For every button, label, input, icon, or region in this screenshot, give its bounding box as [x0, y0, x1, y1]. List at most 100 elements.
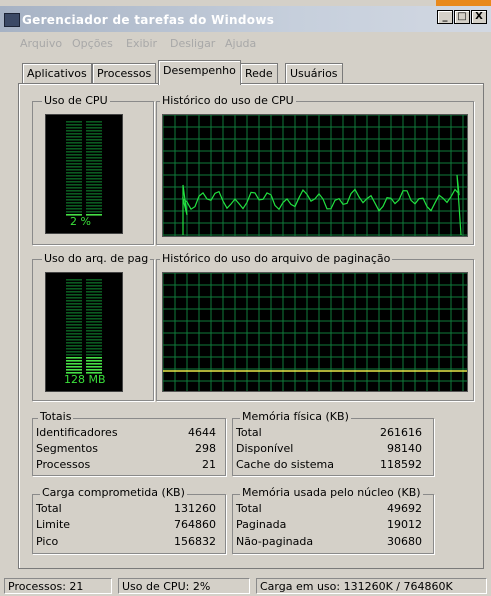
pagefile-meter-segment: [66, 369, 82, 371]
cpu-meter-segment: [66, 136, 82, 138]
cpu-meter-segment: [66, 163, 82, 165]
kernel-total-label: Total: [236, 502, 262, 515]
pagefile-meter-segment: [86, 282, 102, 284]
cpu-meter-segment: [86, 121, 102, 123]
tab-rede[interactable]: Rede: [240, 63, 278, 84]
totals-threads-value: 298: [195, 442, 216, 455]
totals-threads-label: Segmentos: [36, 442, 98, 455]
cpu-meter-segment: [66, 196, 82, 198]
kernel-paged-label: Paginada: [236, 518, 287, 531]
pagefile-meter-segment: [86, 351, 102, 353]
pagefile-meter-segment: [86, 315, 102, 317]
cpu-meter-segment: [86, 181, 102, 183]
pagefile-meter-segment: [86, 348, 102, 350]
pagefile-meter-segment: [66, 336, 82, 338]
cpu-meter-segment: [66, 154, 82, 156]
minimize-button[interactable]: _: [437, 10, 453, 24]
pagefile-history-plot: [163, 273, 467, 391]
pagefile-meter-segment: [86, 321, 102, 323]
task-manager-icon: [4, 13, 20, 27]
pagefile-meter-segment: [66, 297, 82, 299]
cpu-meter-segment: [66, 148, 82, 150]
pagefile-meter-segment: [86, 285, 102, 287]
pagefile-meter-segment: [66, 306, 82, 308]
pagefile-meter-segment: [86, 327, 102, 329]
cpu-meter-segment: [86, 202, 102, 204]
pagefile-meter-segment: [66, 348, 82, 350]
cpu-meter-segment: [66, 124, 82, 126]
cpu-meter-segment: [86, 160, 102, 162]
pagefile-meter-segment: [66, 339, 82, 341]
cpu-meter-segment: [86, 145, 102, 147]
cpu-meter-segment: [86, 124, 102, 126]
maximize-button[interactable]: □: [454, 10, 470, 24]
pagefile-meter-segment: [86, 306, 102, 308]
tab-processos[interactable]: Processos: [92, 63, 157, 84]
tab-usuarios[interactable]: Usuários: [285, 63, 343, 84]
window-title: Gerenciador de tarefas do Windows: [22, 13, 275, 27]
menu-opcoes[interactable]: Opções: [72, 37, 113, 50]
pagefile-meter-segment: [86, 345, 102, 347]
pagefile-meter-segment: [66, 312, 82, 314]
cpu-meter-segment: [86, 187, 102, 189]
commit-limit-label: Limite: [36, 518, 71, 531]
cpu-meter-segment: [86, 130, 102, 132]
pagefile-meter-segment: [66, 282, 82, 284]
cpu-meter-segment: [66, 175, 82, 177]
cpu-meter-segment: [86, 196, 102, 198]
pagefile-meter-segment: [66, 351, 82, 353]
pagefile-meter-segment: [66, 327, 82, 329]
cpu-meter-segment: [86, 157, 102, 159]
commit-peak-value: 156832: [174, 535, 216, 548]
physical-total-label: Total: [236, 426, 262, 439]
pagefile-meter-segment: [66, 357, 82, 359]
physical-cache-value: 118592: [380, 458, 422, 471]
pagefile-meter-segment: [86, 354, 102, 356]
pagefile-meter-segment: [66, 285, 82, 287]
cpu-meter-segment: [66, 130, 82, 132]
cpu-meter-segment: [66, 208, 82, 210]
physical-cache-label: Cache do sistema: [236, 458, 334, 471]
cpu-meter-segment: [86, 184, 102, 186]
cpu-meter-segment: [86, 172, 102, 174]
pagefile-meter-segment: [86, 333, 102, 335]
pagefile-meter-segment: [86, 318, 102, 320]
pagefile-meter-segment: [66, 318, 82, 320]
tab-aplicativos[interactable]: Aplicativos: [22, 63, 92, 84]
cpu-meter-segment: [86, 178, 102, 180]
pagefile-meter-segment: [66, 303, 82, 305]
pagefile-meter-segment: [66, 360, 82, 362]
pagefile-history-graph: [162, 272, 468, 392]
menu-exibir[interactable]: Exibir: [126, 37, 157, 50]
totals-processes-label: Processos: [36, 458, 91, 471]
pagefile-meter-segment: [86, 279, 102, 281]
physical-memory-label: Memória física (KB): [240, 410, 351, 423]
kernel-nonpaged-value: 30680: [387, 535, 422, 548]
physical-available-value: 98140: [387, 442, 422, 455]
cpu-meter-segment: [66, 205, 82, 207]
pagefile-meter-segment: [66, 333, 82, 335]
tab-desempenho[interactable]: Desempenho: [158, 60, 241, 85]
cpu-meter-segment: [86, 211, 102, 213]
cpu-history-label: Histórico do uso de CPU: [160, 94, 296, 107]
pagefile-meter-segment: [66, 342, 82, 344]
cpu-meter-segment: [66, 178, 82, 180]
close-button[interactable]: X: [471, 10, 487, 24]
menu-desligar[interactable]: Desligar: [170, 37, 215, 50]
cpu-meter-segment: [66, 157, 82, 159]
menu-arquivo[interactable]: Arquivo: [20, 37, 62, 50]
pagefile-meter-segment: [86, 357, 102, 359]
menu-ajuda[interactable]: Ajuda: [225, 37, 256, 50]
status-cpu: Uso de CPU: 2%: [118, 578, 250, 594]
cpu-meter-segment: [66, 151, 82, 153]
cpu-meter-segment: [66, 202, 82, 204]
cpu-meter-segment: [86, 208, 102, 210]
pagefile-usage-value: 128 MB: [64, 373, 106, 386]
pagefile-meter-segment: [86, 336, 102, 338]
cpu-meter-segment: [66, 184, 82, 186]
physical-available-label: Disponível: [236, 442, 294, 455]
status-commit: Carga em uso: 131260K / 764860K: [256, 578, 487, 594]
pagefile-meter-segment: [66, 309, 82, 311]
cpu-history-graph: [162, 114, 468, 237]
cpu-usage-trace: [182, 174, 462, 236]
